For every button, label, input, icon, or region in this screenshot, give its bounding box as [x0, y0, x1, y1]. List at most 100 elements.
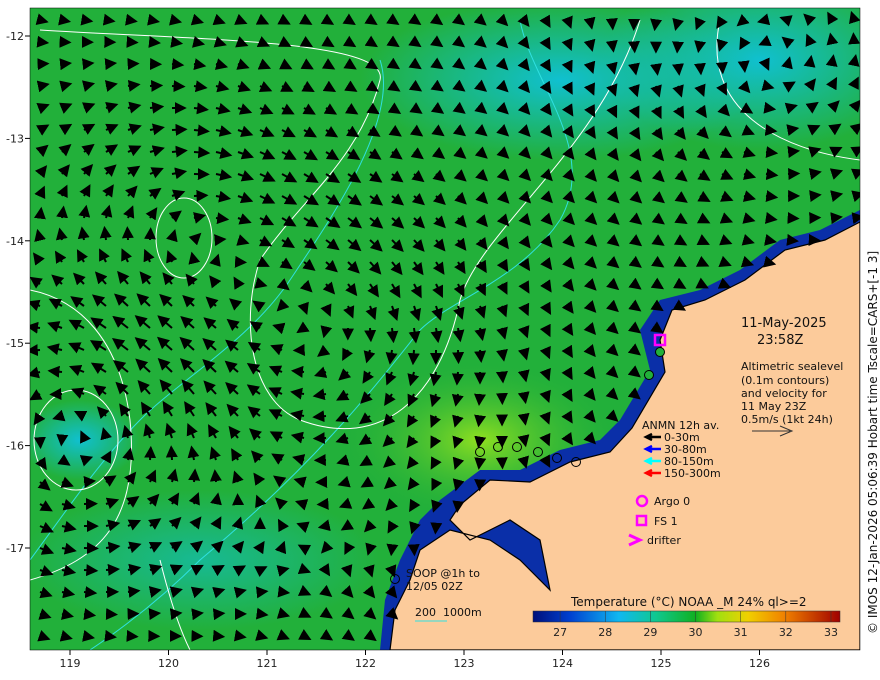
fs-label: FS 1	[654, 515, 678, 528]
note-line: Altimetric sealevel	[741, 360, 843, 373]
velocity-arrow	[81, 58, 95, 71]
velocity-arrow	[765, 190, 779, 202]
velocity-arrow	[144, 227, 157, 241]
velocity-arrow	[193, 146, 211, 159]
velocity-arrow	[212, 608, 226, 621]
lon-tick-label: 119	[60, 657, 81, 670]
velocity-arrow	[33, 436, 46, 450]
velocity-arrow	[33, 206, 46, 220]
credit: © IMOS 12-Jan-2026 05:06:39 Hobart time …	[866, 250, 880, 634]
velocity-arrow	[191, 608, 204, 621]
velocity-arrow	[255, 586, 269, 599]
colorbar-tick-label: 32	[779, 626, 793, 639]
velocity-arrow	[165, 445, 178, 461]
lat-tick-label: -13	[6, 132, 24, 145]
soop-line1: SOOP @1h to	[406, 567, 480, 580]
velocity-arrow	[312, 432, 327, 445]
velocity-arrow	[737, 60, 750, 73]
lon-tick-label: 123	[454, 657, 475, 670]
velocity-arrow	[495, 371, 508, 384]
colorbar-title: Temperature (°C) NOAA _M 24% ql>=2	[570, 595, 807, 609]
lat-tick-label: -15	[6, 337, 24, 350]
lon-tick-label: 124	[552, 657, 573, 670]
velocity-arrow	[144, 445, 157, 461]
velocity-arrow	[765, 146, 779, 158]
velocity-arrow	[121, 226, 134, 241]
anmn-item-label: 150-300m	[664, 467, 721, 480]
velocity-arrow	[809, 190, 822, 202]
velocity-arrow	[255, 607, 269, 620]
velocity-arrow	[171, 123, 188, 136]
velocity-arrow	[848, 32, 860, 45]
note-line: (0.1m contours)	[741, 374, 829, 387]
velocity-arrow	[474, 393, 486, 407]
velocity-arrow	[215, 212, 230, 225]
note-line: 11 May 23Z	[741, 400, 807, 413]
velocity-arrow	[169, 608, 183, 621]
velocity-arrow	[83, 586, 98, 599]
velocity-arrow	[214, 234, 227, 247]
colorbar-tick-label: 30	[689, 626, 703, 639]
velocity-arrow	[825, 54, 838, 68]
velocity-arrow	[786, 233, 799, 246]
lon-tick-label: 125	[651, 657, 672, 670]
argo-label: Argo 0	[654, 495, 690, 508]
velocity-arrow	[517, 412, 530, 426]
velocity-arrow	[605, 17, 618, 31]
velocity-arrow	[386, 327, 399, 344]
velocity-arrow	[126, 629, 139, 642]
lat-tick-label: -12	[6, 30, 24, 43]
velocity-arrow	[277, 585, 291, 598]
lat-tick-label: -16	[6, 440, 24, 453]
lat-tick-label: -17	[6, 542, 24, 555]
velocity-arrow	[148, 35, 161, 48]
velocity-arrow	[102, 13, 116, 26]
velocity-arrow	[104, 629, 117, 642]
velocity-arrow	[193, 189, 209, 202]
velocity-arrow	[787, 167, 801, 180]
colorbar-scale	[532, 610, 841, 623]
velocity-arrow	[715, 61, 728, 75]
velocity-arrow	[149, 101, 165, 114]
velocity-arrow	[474, 414, 487, 428]
velocity-arrow	[149, 79, 164, 92]
velocity-arrow	[474, 349, 487, 364]
sst-map: 119 120 121 122 123 124 125 126 -12 -13 -14 -15 -16…	[6, 7, 861, 670]
velocity-arrow	[474, 457, 487, 470]
velocity-arrow	[36, 35, 50, 48]
velocity-arrow	[148, 608, 162, 621]
velocity-arrow	[316, 497, 329, 510]
velocity-arrow	[386, 543, 399, 557]
colorbar-tick-label: 31	[734, 626, 748, 639]
velocity-arrow	[171, 80, 186, 93]
colorbar-tick-label: 27	[553, 626, 567, 639]
velocity-arrow	[474, 435, 487, 449]
velocity-arrow	[451, 371, 464, 386]
drifter-label: drifter	[647, 534, 681, 547]
velocity-arrow	[764, 123, 778, 136]
velocity-arrow	[851, 212, 860, 225]
velocity-arrow	[209, 469, 222, 483]
velocity-arrow	[803, 54, 816, 68]
lon-tick-label: 126	[749, 657, 770, 670]
velocity-arrow	[127, 79, 141, 92]
velocity-arrow	[30, 344, 41, 357]
velocity-arrow	[693, 62, 706, 76]
velocity-arrow	[763, 101, 777, 114]
velocity-arrow	[317, 519, 331, 532]
lon-tick-label: 121	[257, 657, 278, 670]
timestamp-time: 23:58Z	[757, 333, 803, 348]
lon-axis: 119 120 121 122 123 124 125 126	[60, 650, 770, 670]
colorbar-tick-label: 33	[824, 626, 838, 639]
velocity-arrow	[452, 500, 465, 514]
velocity-arrow	[127, 585, 141, 598]
note-line: and velocity for	[741, 387, 827, 400]
velocity-arrow	[364, 327, 377, 343]
velocity-arrow	[83, 564, 99, 577]
velocity-arrow	[407, 349, 420, 366]
velocity-arrow	[650, 18, 663, 32]
velocity-arrow	[188, 468, 201, 483]
velocity-arrow	[452, 349, 465, 365]
soop-line2: 12/05 02Z	[406, 580, 463, 593]
lat-tick-label: -14	[6, 235, 24, 248]
